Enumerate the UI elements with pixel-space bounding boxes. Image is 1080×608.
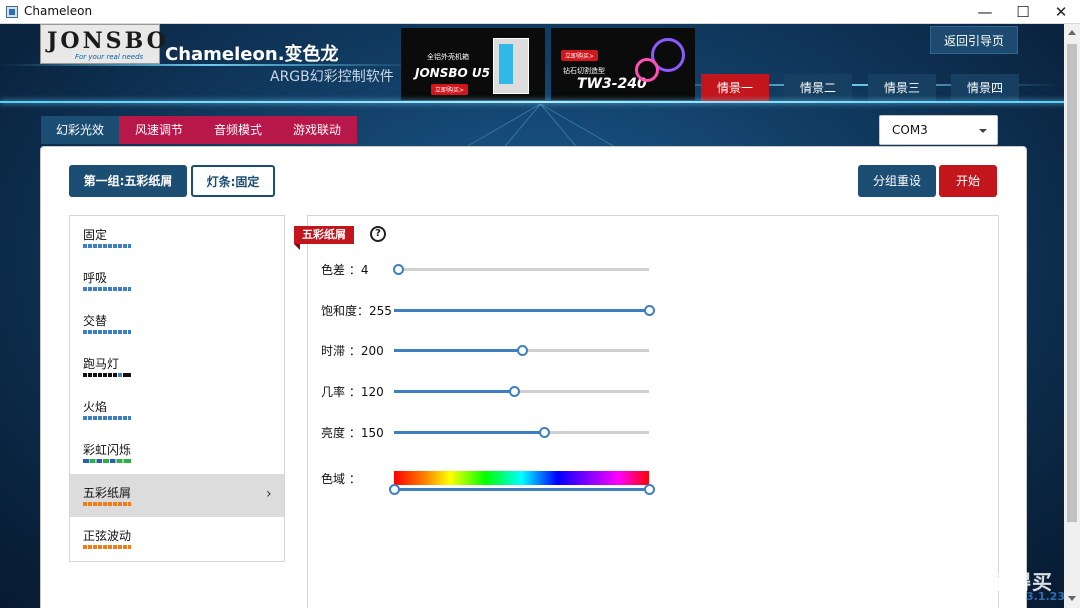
slider-label: 时滞 ：200 bbox=[321, 344, 384, 358]
app-title: Chameleon.变色龙 bbox=[165, 44, 339, 65]
window-scrollbar[interactable] bbox=[1064, 24, 1080, 608]
color-range-slider[interactable] bbox=[389, 484, 655, 495]
color-range-end-handle[interactable] bbox=[644, 484, 655, 495]
banner-ad-tw3[interactable]: 立即购买> 钻石切割造型 TW3-240 bbox=[551, 28, 695, 100]
scroll-down-icon[interactable] bbox=[1068, 596, 1076, 601]
effect-item-solid[interactable]: 固定 bbox=[70, 216, 284, 259]
color-range-start-handle[interactable] bbox=[389, 484, 400, 495]
effect-item-sine-wave[interactable]: 正弦波动 bbox=[70, 517, 284, 560]
com-port-select[interactable]: COM3 bbox=[879, 115, 998, 145]
tab-lighting-effects[interactable]: 幻彩光效 bbox=[41, 116, 119, 144]
effect-preview-icon bbox=[83, 287, 131, 291]
minimize-button[interactable]: — bbox=[966, 0, 1004, 24]
strip-button[interactable]: 灯条:固定 bbox=[191, 165, 275, 197]
effect-preview-icon bbox=[83, 502, 131, 506]
app-subtitle: ARGB幻彩控制软件 bbox=[270, 69, 394, 85]
watermark-text: 什么值得买 bbox=[948, 570, 1053, 594]
effect-list: 固定 呼吸 交替 跑马灯 火焰 彩虹闪烁 五彩纸屑 › 正弦波动 bbox=[69, 215, 285, 562]
effect-preview-icon bbox=[83, 330, 131, 334]
slider-track[interactable] bbox=[394, 386, 649, 397]
app-icon bbox=[6, 6, 18, 18]
effect-preview-icon bbox=[83, 244, 131, 248]
main-panel: 第一组:五彩纸屑 灯条:固定 分组重设 开始 固定 呼吸 交替 跑马灯 火焰 彩… bbox=[40, 146, 1027, 608]
effect-preview-icon bbox=[83, 459, 131, 463]
slider-track[interactable] bbox=[392, 264, 649, 275]
scroll-up-icon[interactable] bbox=[1068, 30, 1076, 35]
banner-ad-u5[interactable]: 全铝外壳机箱 JONSBO U5 立即购买> bbox=[401, 28, 545, 100]
effect-item-breathing[interactable]: 呼吸 bbox=[70, 259, 284, 302]
header-divider bbox=[0, 101, 1080, 103]
slider-label: 亮度 ：150 bbox=[321, 426, 384, 440]
slider-handle[interactable] bbox=[509, 386, 520, 397]
slider-fill bbox=[394, 309, 649, 312]
effect-settings-panel: 五彩纸屑 ? 色差 ：4 饱和度：255 时滞 ：200 几率 ：120 亮度 ：150… bbox=[294, 215, 999, 608]
back-to-guide-button[interactable]: 返回引导页 bbox=[930, 26, 1018, 54]
maximize-button[interactable]: ☐ bbox=[1004, 0, 1042, 24]
slider-label: 色差 ：4 bbox=[321, 263, 369, 277]
slider-fill bbox=[394, 390, 514, 393]
com-port-value: COM3 bbox=[892, 123, 928, 137]
effect-item-rainbow-flash[interactable]: 彩虹闪烁 bbox=[70, 431, 284, 474]
slider-handle[interactable] bbox=[516, 345, 528, 356]
scrollbar-thumb[interactable] bbox=[1067, 44, 1077, 522]
slider-label: 几率 ：120 bbox=[321, 385, 384, 399]
scene-tab-4[interactable]: 情景四 bbox=[951, 74, 1019, 102]
effect-preview-icon bbox=[83, 373, 131, 377]
scene-tab-1[interactable]: 情景一 bbox=[701, 74, 769, 102]
slider-fill bbox=[394, 349, 522, 352]
color-range-label: 色域 ： bbox=[321, 472, 361, 486]
effect-item-flame[interactable]: 火焰 bbox=[70, 388, 284, 431]
slider-track[interactable] bbox=[394, 305, 655, 316]
group-button[interactable]: 第一组:五彩纸屑 bbox=[69, 165, 187, 197]
slider-fill bbox=[394, 431, 544, 434]
jonsbo-logo: JONSBO For your real needs bbox=[40, 24, 166, 64]
slider-track[interactable] bbox=[394, 427, 649, 438]
tab-game-sync[interactable]: 游戏联动 bbox=[277, 116, 357, 144]
group-reset-button[interactable]: 分组重设 bbox=[858, 165, 936, 197]
effect-item-marquee[interactable]: 跑马灯 bbox=[70, 345, 284, 388]
color-spectrum bbox=[394, 471, 649, 485]
close-button[interactable]: ✕ bbox=[1042, 0, 1080, 24]
slider-handle[interactable] bbox=[539, 427, 550, 438]
help-icon[interactable]: ? bbox=[370, 226, 386, 242]
effect-preview-icon bbox=[83, 416, 131, 420]
slider-handle[interactable] bbox=[392, 264, 404, 275]
slider-label: 饱和度：255 bbox=[321, 304, 392, 318]
chevron-down-icon bbox=[979, 129, 987, 133]
effect-title-ribbon: 五彩纸屑 bbox=[294, 226, 354, 244]
effect-item-confetti[interactable]: 五彩纸屑 › bbox=[70, 474, 284, 517]
title-bar: Chameleon — ☐ ✕ bbox=[0, 0, 1080, 24]
slider-handle[interactable] bbox=[644, 305, 655, 316]
scene-tab-3[interactable]: 情景三 bbox=[868, 74, 936, 102]
start-button[interactable]: 开始 bbox=[939, 165, 997, 197]
effect-preview-icon bbox=[83, 545, 131, 549]
tab-audio-mode[interactable]: 音频模式 bbox=[199, 116, 277, 144]
tab-fan-speed[interactable]: 风速调节 bbox=[119, 116, 199, 144]
chevron-right-icon: › bbox=[266, 486, 272, 502]
window-title: Chameleon bbox=[24, 4, 93, 18]
watermark-icon bbox=[912, 568, 940, 596]
slider-track[interactable] bbox=[394, 345, 649, 356]
effect-item-alternate[interactable]: 交替 bbox=[70, 302, 284, 345]
scene-tab-2[interactable]: 情景二 bbox=[784, 74, 852, 102]
